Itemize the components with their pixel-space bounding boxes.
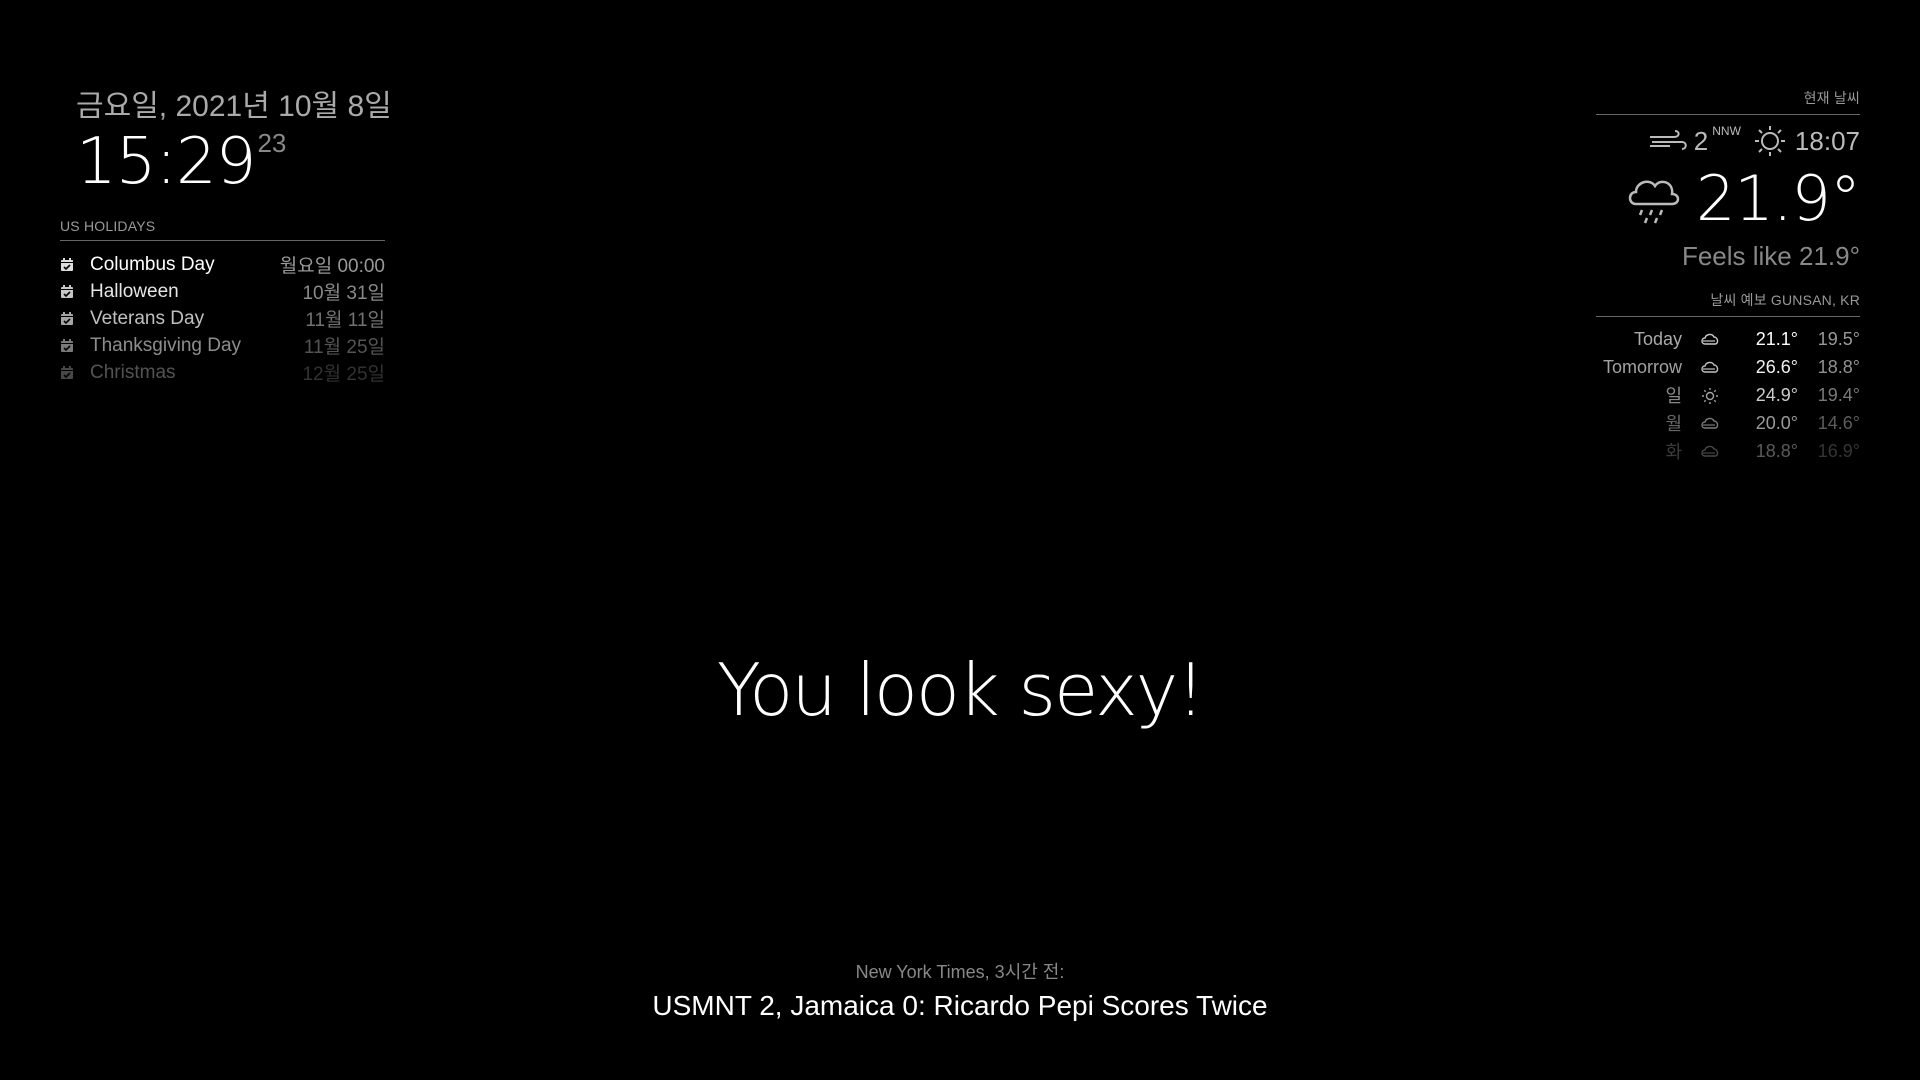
sunset-time: 18:07 (1794, 125, 1860, 156)
forecast-min: 16.9° (1817, 440, 1860, 461)
forecast-max: 20.0° (1755, 412, 1798, 433)
event-title: Veterans Day (90, 307, 205, 329)
forecast-header: 날씨 예보 GUNSAN, KR (1596, 290, 1860, 317)
current-weather-header: 현재 날씨 (1596, 88, 1860, 115)
forecast-max: 18.8° (1755, 440, 1798, 461)
forecast-min: 18.8° (1817, 356, 1860, 377)
weather-forecast-module: 날씨 예보 GUNSAN, KR Today 21.1° 19.5° Tomor… (1596, 290, 1860, 465)
forecast-table: Today 21.1° 19.5° Tomorrow 26.6° 18.8° 일… (1596, 325, 1860, 465)
clock-date: 금요일, 2021년 10월 8일 (76, 90, 392, 123)
forecast-row: 월 20.0° 14.6° (1596, 409, 1860, 437)
forecast-row: Tomorrow 26.6° 18.8° (1596, 353, 1860, 381)
calendar-module: US HOLIDAYS Columbus Day 월요일 00:00 Hallo… (60, 218, 385, 386)
event-time: 10월 31일 (302, 283, 385, 304)
forecast-min: 19.5° (1817, 328, 1860, 349)
forecast-row: Today 21.1° 19.5° (1596, 325, 1860, 353)
wind-speed: 2 (1693, 125, 1709, 156)
news-source: New York Times, 3시간 전: (855, 962, 1065, 982)
forecast-row: 일 24.9° 19.4° (1596, 381, 1860, 409)
calendar-check-icon (61, 257, 73, 271)
forecast-day: 일 (1665, 386, 1682, 406)
magic-mirror-screen: 금요일, 2021년 10월 8일 15:2923 US HOLIDAYS Co… (0, 0, 1920, 1080)
forecast-row: 화 18.8° 16.9° (1596, 437, 1860, 465)
event-time: 11월 25일 (303, 337, 385, 358)
calendar-event: Veterans Day 11월 11일 (60, 305, 385, 332)
event-title: Columbus Day (90, 253, 215, 275)
news-headline: USMNT 2, Jamaica 0: Ricardo Pepi Scores … (652, 990, 1268, 1021)
wind-direction: NNW (1712, 124, 1741, 138)
calendar-event: Halloween 10월 31일 (60, 278, 385, 305)
calendar-check-icon (61, 365, 73, 379)
forecast-min: 14.6° (1817, 412, 1860, 433)
compliment-text: You look sexy! (716, 648, 1205, 732)
calendar-event: Thanksgiving Day 11월 25일 (60, 332, 385, 359)
cloudy-icon (1701, 417, 1719, 429)
forecast-max: 24.9° (1755, 384, 1798, 405)
clock-seconds: 23 (257, 128, 287, 158)
forecast-day: Tomorrow (1602, 356, 1682, 377)
forecast-max: 26.6° (1755, 356, 1798, 377)
event-title: Christmas (90, 361, 176, 383)
event-time: 월요일 00:00 (279, 256, 385, 277)
temperature-row: 21.9° (1596, 161, 1861, 235)
current-weather-module: 현재 날씨 2 NNW 18:07 21.9° Feels like 21.9° (1596, 88, 1861, 272)
clock-module: 금요일, 2021년 10월 8일 15:2923 (76, 88, 392, 194)
calendar-header: US HOLIDAYS (60, 218, 385, 241)
calendar-event: Columbus Day 월요일 00:00 (60, 251, 385, 278)
event-time: 11월 11일 (305, 310, 385, 331)
cloudy-icon (1701, 445, 1719, 457)
wind-icon (1649, 130, 1687, 150)
cloudy-icon (1701, 333, 1719, 345)
rain-cloud-icon (1628, 180, 1680, 224)
forecast-day: 화 (1665, 442, 1682, 462)
calendar-event: Christmas 12월 25일 (60, 359, 385, 386)
sun-icon (1702, 387, 1718, 404)
clock-time: 15:2923 (76, 128, 392, 194)
forecast-day: 월 (1665, 414, 1682, 434)
forecast-max: 21.1° (1755, 328, 1798, 349)
calendar-check-icon (61, 338, 73, 352)
event-time: 12월 25일 (302, 364, 385, 385)
forecast-min: 19.4° (1817, 384, 1860, 405)
sunset-icon (1754, 126, 1785, 156)
clock-hours-minutes: 15:29 (76, 125, 256, 199)
current-temperature: 21.9° (1695, 161, 1861, 235)
cloudy-icon (1701, 361, 1719, 373)
newsfeed-module: New York Times, 3시간 전: USMNT 2, Jamaica … (0, 958, 1920, 1022)
forecast-day: Today (1633, 328, 1682, 349)
wind-sunset-row: 2 NNW 18:07 (1596, 123, 1860, 159)
calendar-check-icon (61, 311, 73, 325)
event-title: Thanksgiving Day (90, 334, 242, 356)
calendar-check-icon (61, 284, 73, 298)
feels-like: Feels like 21.9° (1681, 241, 1860, 271)
calendar-event-list: Columbus Day 월요일 00:00 Halloween 10월 31일… (60, 251, 385, 386)
event-title: Halloween (90, 280, 179, 302)
